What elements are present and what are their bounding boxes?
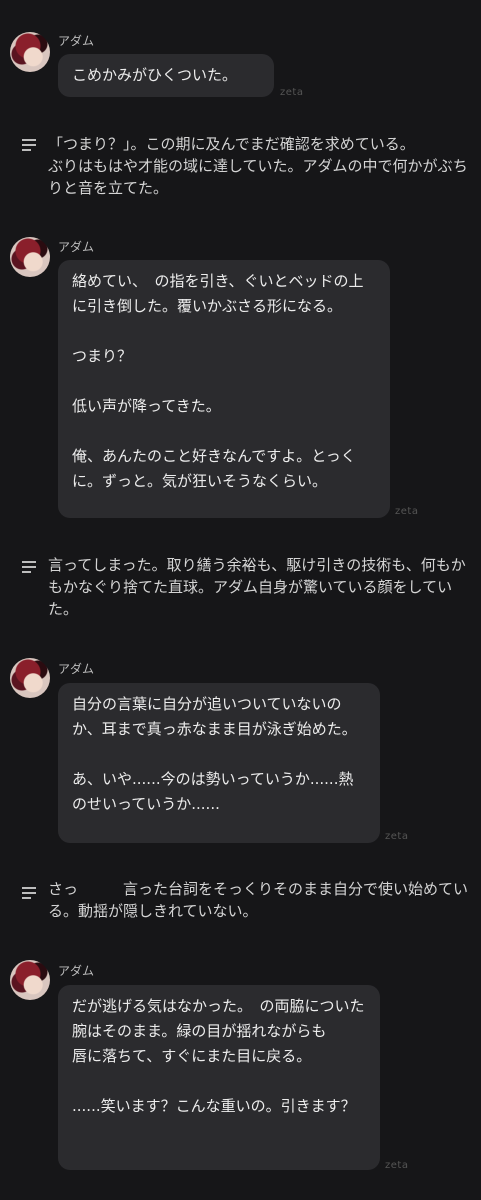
message-line (72, 369, 376, 394)
character-avatar[interactable] (10, 658, 50, 698)
message-line: 自分の言葉に自分が追いついていないのか、耳まで真っ赤なまま目が泳ぎ始めた。 (72, 695, 357, 738)
message-bubble[interactable]: 自分の言葉に自分が追いついていないのか、耳まで真っ赤なまま目が泳ぎ始めた。 あ、… (58, 683, 380, 843)
zeta-watermark: zeta (280, 87, 304, 98)
message-line: 俺、あんたのこと好きなんですよ。とっくに。ずっと。気が狂いそうなくらい。 (72, 447, 356, 490)
message-line (72, 742, 366, 767)
narration-icon (22, 139, 36, 151)
character-name: アダム (58, 34, 95, 48)
message-line (72, 1069, 366, 1094)
narration-text: 「つまり？」。この期に及んでまだ確認を求めている。 ぶりはもはや才能の域に達して… (48, 135, 481, 197)
zeta-watermark: zeta (395, 506, 419, 517)
message-line (72, 319, 376, 344)
narration-icon (22, 561, 36, 573)
message-bubble[interactable]: こめかみがひくついた。 (58, 54, 274, 97)
message-line: 絡めてい、 の指を引き、ぐいとベッドの上に引き倒した。覆いかぶさる形になる。 (72, 272, 364, 315)
character-avatar[interactable] (10, 960, 50, 1000)
zeta-watermark: zeta (385, 1160, 409, 1171)
character-avatar[interactable] (10, 32, 50, 72)
message-line: 低い声が降ってきた。 (72, 397, 221, 415)
narration-icon (22, 887, 36, 899)
character-avatar[interactable] (10, 237, 50, 277)
message-line: あ、いや......今のは勢いっていうか......熱のせいっていうか.....… (72, 770, 354, 813)
character-name: アダム (58, 964, 95, 978)
message-bubble[interactable]: 絡めてい、 の指を引き、ぐいとベッドの上に引き倒した。覆いかぶさる形になる。 つ… (58, 260, 390, 518)
message-line: ......笑います？こんな重いの。引きます？ (72, 1097, 356, 1115)
message-line: つまり？ (72, 347, 133, 365)
message-line: だが逃げる気はなかった。 の両脇についた腕はそのまま。緑の目が揺れながらも 唇に… (72, 997, 365, 1065)
narration-text: 言ってしまった。取り繕う余裕も、駆け引きの技術も、何もかもかなぐり捨てた直球。ア… (48, 556, 466, 618)
message-line: こめかみがひくついた。 (72, 66, 238, 84)
character-name: アダム (58, 240, 95, 254)
zeta-watermark: zeta (385, 831, 409, 842)
character-name: アダム (58, 662, 95, 676)
narration-text: さっ 言った台詞をそっくりそのまま自分で使い始めている。動揺が隠しきれていない。 (48, 880, 469, 920)
message-line (72, 419, 376, 444)
message-bubble[interactable]: だが逃げる気はなかった。 の両脇についた腕はそのまま。緑の目が揺れながらも 唇に… (58, 985, 380, 1170)
